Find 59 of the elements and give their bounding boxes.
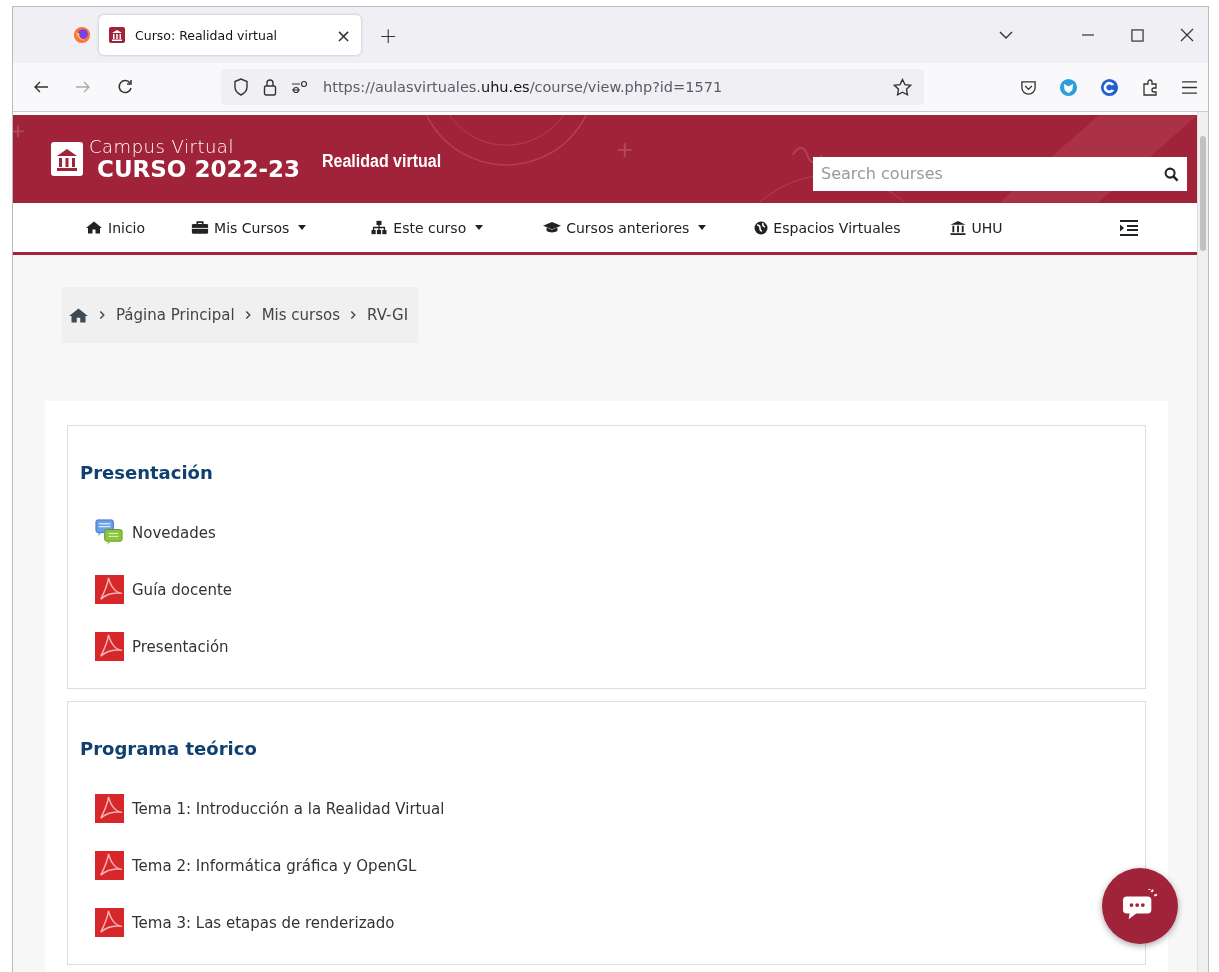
pdf-file-icon	[95, 851, 124, 880]
breadcrumb-link[interactable]: RV-GI	[367, 306, 409, 324]
back-arrow-icon[interactable]	[33, 79, 49, 95]
maximize-icon[interactable]	[1131, 28, 1144, 42]
sitemap-icon	[370, 220, 389, 235]
browser-tab[interactable]: Curso: Realidad virtual ×	[99, 15, 361, 55]
building-icon	[51, 142, 83, 176]
activity-link[interactable]: Tema 1: Introducción a la Realidad Virtual	[132, 799, 445, 818]
pdf-file-icon	[95, 794, 124, 823]
fox-extension-icon[interactable]	[1059, 77, 1078, 97]
home-icon[interactable]	[68, 306, 89, 324]
menu-icon[interactable]	[1181, 80, 1198, 94]
nav-link[interactable]: Cursos anteriores	[543, 219, 707, 236]
building-icon	[109, 27, 125, 43]
close-tab-button[interactable]: ×	[335, 24, 351, 46]
extension-circle-icon[interactable]	[1100, 77, 1119, 97]
new-tab-button[interactable]: +	[373, 21, 404, 49]
pdf-file-icon	[95, 575, 124, 604]
search-icon[interactable]	[1164, 166, 1179, 182]
chevron-right-icon	[99, 310, 106, 320]
permissions-icon	[291, 80, 309, 94]
bank-icon	[948, 220, 967, 235]
activity-link[interactable]: Guía docente	[132, 580, 233, 599]
nav-link[interactable]: Este curso	[370, 219, 484, 236]
reload-icon[interactable]	[117, 79, 133, 95]
puzzle-icon[interactable]	[1141, 78, 1159, 96]
chat-bubbles-icon	[95, 518, 124, 547]
breadcrumb-link[interactable]: Página Principal	[116, 306, 235, 324]
shield-icon	[233, 78, 249, 96]
star-icon[interactable]	[893, 77, 912, 97]
section-title: Presentación	[80, 462, 214, 483]
nav-link[interactable]: Inicio	[85, 219, 146, 236]
url-text: https://aulasvirtuales.uhu.es/course/view.php?id=1571	[323, 79, 724, 95]
course-title[interactable]: Realidad virtual	[321, 151, 442, 171]
chevron-right-icon	[350, 310, 358, 320]
chevron-right-icon	[244, 310, 252, 320]
graduation-cap-icon	[543, 220, 562, 235]
indent-menu-icon[interactable]	[1119, 219, 1139, 236]
close-icon[interactable]	[1180, 28, 1194, 42]
activity-link[interactable]: Novedades	[132, 523, 216, 542]
section-title: Programa teórico	[80, 738, 258, 759]
nav-link[interactable]: UHU	[948, 219, 1003, 236]
globe-icon	[754, 220, 769, 235]
home-icon	[85, 220, 103, 235]
padlock-icon	[263, 78, 277, 96]
activity-link[interactable]: Tema 3: Las etapas de renderizado	[132, 913, 395, 932]
address-bar[interactable]: https://aulasvirtuales.uhu.es/course/view.php?id=1571	[221, 69, 924, 105]
campus-virtual-logo[interactable]: Campus Virtual CURSO 2022-23	[51, 137, 300, 181]
activity-link[interactable]: Tema 2: Informática gráfica y OpenGL	[132, 856, 417, 875]
search-field[interactable]: Search courses	[813, 156, 1187, 191]
breadcrumb-link[interactable]: Mis cursos	[261, 306, 341, 324]
nav-link[interactable]: Mis Cursos	[191, 219, 307, 236]
pdf-file-icon	[95, 632, 124, 661]
activity-link[interactable]: Presentación	[132, 637, 229, 656]
briefcase-icon	[191, 220, 210, 235]
pocket-icon[interactable]	[1020, 78, 1037, 96]
nav-link[interactable]: Espacios Virtuales	[754, 219, 901, 236]
pdf-file-icon	[95, 908, 124, 937]
firefox-icon[interactable]	[73, 26, 91, 44]
